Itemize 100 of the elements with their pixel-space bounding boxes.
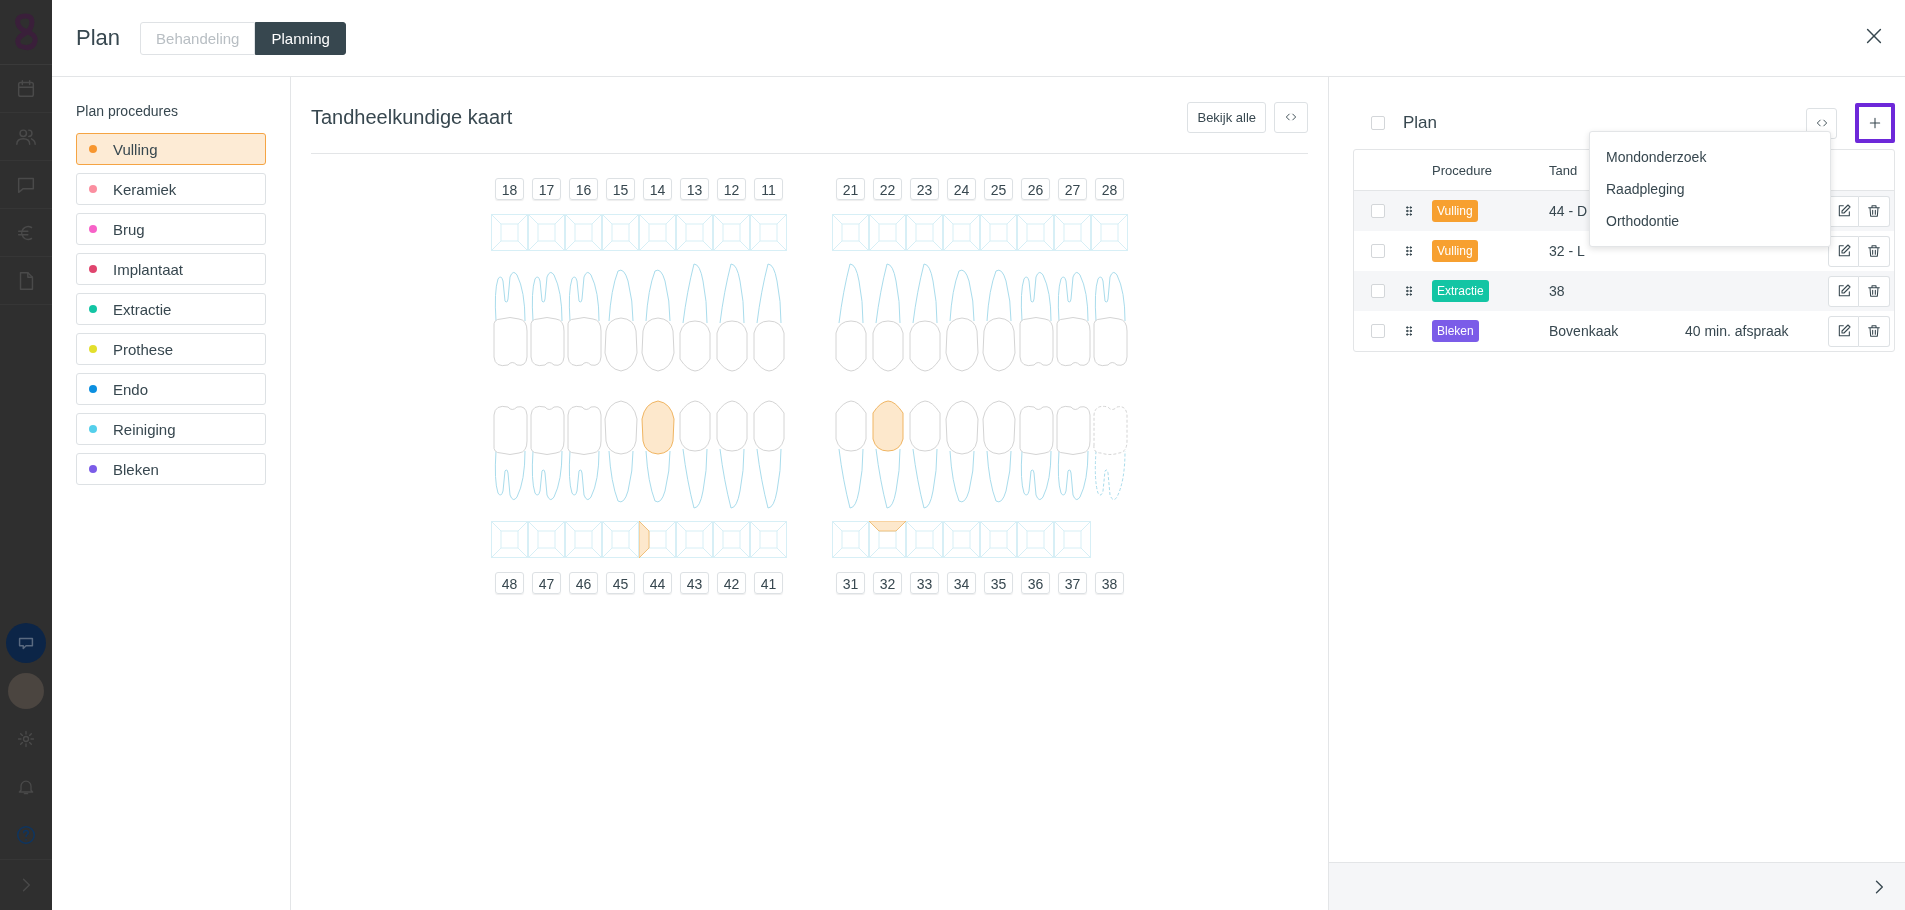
tooth-drawing[interactable] xyxy=(566,405,601,501)
surface-chart[interactable] xyxy=(1017,214,1054,251)
surface-chart[interactable] xyxy=(1091,214,1128,251)
tooth-number[interactable]: 44 xyxy=(643,572,672,594)
tooth-number[interactable]: 31 xyxy=(836,572,865,594)
tooth-drawing[interactable] xyxy=(604,400,637,503)
surface-chart[interactable] xyxy=(750,521,787,558)
tooth-drawing[interactable] xyxy=(982,269,1015,372)
surface-chart[interactable] xyxy=(565,521,602,558)
tooth-drawing[interactable] xyxy=(492,405,527,501)
tooth-drawing[interactable] xyxy=(1092,405,1127,501)
tooth-drawing[interactable] xyxy=(641,269,674,372)
surface-chart[interactable] xyxy=(869,214,906,251)
checkbox[interactable] xyxy=(1371,284,1385,298)
tooth-number[interactable]: 21 xyxy=(836,178,865,200)
tooth-number[interactable]: 22 xyxy=(873,178,902,200)
surface-chart[interactable] xyxy=(565,214,602,251)
tooth-drawing[interactable] xyxy=(835,263,866,372)
tooth-number[interactable]: 45 xyxy=(606,572,635,594)
surface-chart[interactable] xyxy=(639,521,676,558)
tooth-number[interactable]: 43 xyxy=(680,572,709,594)
tooth-number[interactable]: 38 xyxy=(1095,572,1124,594)
tooth-number[interactable]: 36 xyxy=(1021,572,1050,594)
procedure-item[interactable]: Implantaat xyxy=(76,253,266,285)
tooth-number[interactable]: 35 xyxy=(984,572,1013,594)
tooth-number[interactable]: 42 xyxy=(717,572,746,594)
tooth-number[interactable]: 48 xyxy=(495,572,524,594)
surface-chart[interactable] xyxy=(906,521,943,558)
tooth-drawing[interactable] xyxy=(945,269,978,372)
surface-chart[interactable] xyxy=(1054,214,1091,251)
procedure-item[interactable]: Reiniging xyxy=(76,413,266,445)
tooth-drawing[interactable] xyxy=(945,400,978,503)
tooth-number[interactable]: 13 xyxy=(680,178,709,200)
checkbox[interactable] xyxy=(1371,244,1385,258)
surface-chart[interactable] xyxy=(676,521,713,558)
tooth-drawing[interactable] xyxy=(566,271,601,367)
checkbox[interactable] xyxy=(1371,204,1385,218)
tooth-drawing[interactable] xyxy=(529,405,564,501)
tooth-drawing[interactable] xyxy=(835,400,866,509)
surface-chart[interactable] xyxy=(1054,521,1091,558)
surface-chart[interactable] xyxy=(602,521,639,558)
tooth-drawing[interactable] xyxy=(982,400,1015,503)
tooth-drawing[interactable] xyxy=(872,263,903,372)
tooth-number[interactable]: 16 xyxy=(569,178,598,200)
tab[interactable]: Planning xyxy=(255,21,346,55)
checkbox[interactable] xyxy=(1371,324,1385,338)
menu-item[interactable]: Raadpleging xyxy=(1590,173,1830,205)
surface-chart[interactable] xyxy=(491,521,528,558)
tooth-drawing[interactable] xyxy=(529,271,564,367)
tooth-number[interactable]: 25 xyxy=(984,178,1013,200)
expand-button[interactable] xyxy=(1274,101,1308,133)
surface-chart[interactable] xyxy=(906,214,943,251)
procedure-item[interactable]: Prothese xyxy=(76,333,266,365)
tooth-number[interactable]: 41 xyxy=(754,572,783,594)
procedure-item[interactable]: Brug xyxy=(76,213,266,245)
surface-chart[interactable] xyxy=(713,521,750,558)
surface-chart[interactable] xyxy=(832,214,869,251)
tooth-number[interactable]: 37 xyxy=(1058,572,1087,594)
tooth-drawing[interactable] xyxy=(753,263,784,372)
tooth-drawing[interactable] xyxy=(1092,271,1127,367)
tooth-drawing[interactable] xyxy=(909,263,940,372)
surface-chart[interactable] xyxy=(491,214,528,251)
tooth-drawing[interactable] xyxy=(716,263,747,372)
surface-chart[interactable] xyxy=(602,214,639,251)
menu-item[interactable]: Mondonderzoek xyxy=(1590,141,1830,173)
tooth-drawing[interactable] xyxy=(909,400,940,509)
tooth-number[interactable]: 18 xyxy=(495,178,524,200)
tooth-number[interactable]: 32 xyxy=(873,572,902,594)
tooth-drawing[interactable] xyxy=(753,400,784,509)
procedure-item[interactable]: Endo xyxy=(76,373,266,405)
tooth-drawing[interactable] xyxy=(679,400,710,509)
procedure-item[interactable]: Bleken xyxy=(76,453,266,485)
delete-button[interactable] xyxy=(1859,235,1890,267)
edit-button[interactable] xyxy=(1828,275,1859,307)
surface-chart[interactable] xyxy=(676,214,713,251)
add-button[interactable] xyxy=(1855,103,1895,143)
surface-chart[interactable] xyxy=(713,214,750,251)
tooth-number[interactable]: 24 xyxy=(947,178,976,200)
procedure-item[interactable]: Extractie xyxy=(76,293,266,325)
tooth-number[interactable]: 23 xyxy=(910,178,939,200)
delete-button[interactable] xyxy=(1859,195,1890,227)
tooth-number[interactable]: 15 xyxy=(606,178,635,200)
chat-bubble-icon[interactable] xyxy=(6,623,46,663)
delete-button[interactable] xyxy=(1859,275,1890,307)
view-all-button[interactable]: Bekijk alle xyxy=(1187,101,1266,133)
procedure-item[interactable]: Keramiek xyxy=(76,173,266,205)
tooth-drawing[interactable] xyxy=(679,263,710,372)
surface-chart[interactable] xyxy=(832,521,869,558)
tooth-drawing[interactable] xyxy=(492,271,527,367)
avatar[interactable] xyxy=(8,673,44,709)
edit-button[interactable] xyxy=(1828,235,1859,267)
tooth-drawing[interactable] xyxy=(1018,271,1053,367)
tooth-number[interactable]: 26 xyxy=(1021,178,1050,200)
edit-button[interactable] xyxy=(1828,315,1859,347)
tooth-drawing[interactable] xyxy=(1018,405,1053,501)
surface-chart[interactable] xyxy=(750,214,787,251)
surface-chart[interactable] xyxy=(1017,521,1054,558)
procedure-item[interactable]: Vulling xyxy=(76,133,266,165)
delete-button[interactable] xyxy=(1859,315,1890,347)
surface-chart[interactable] xyxy=(980,521,1017,558)
